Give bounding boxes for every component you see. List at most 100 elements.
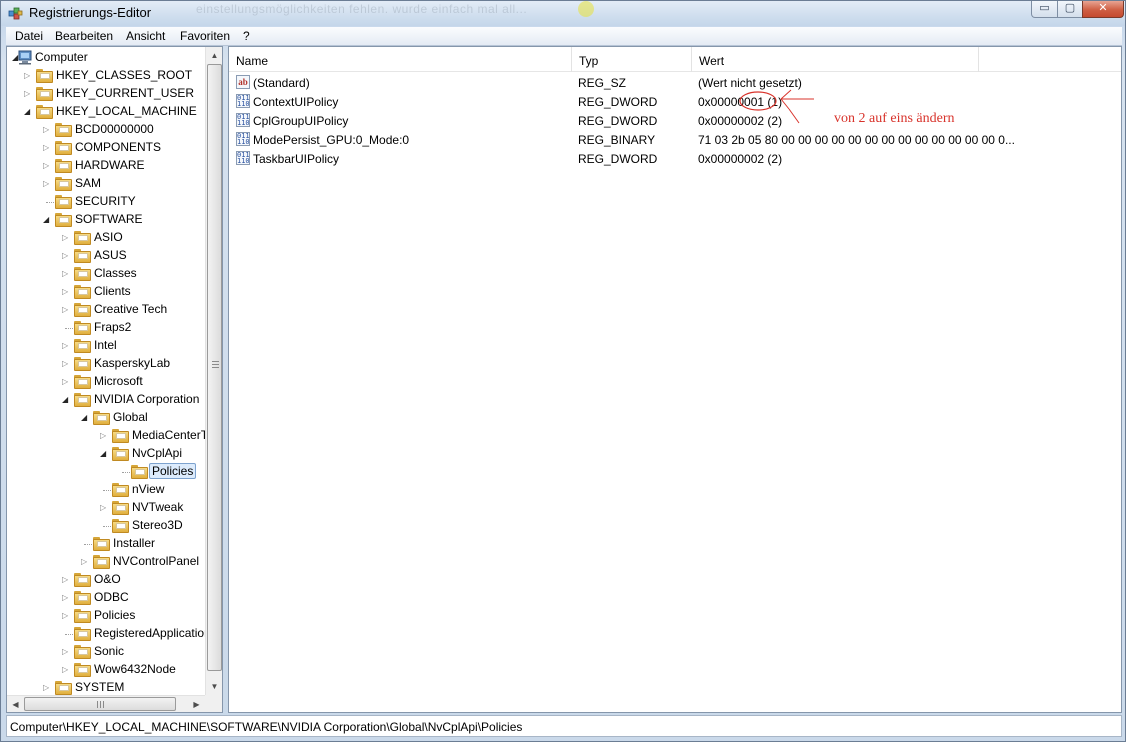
collapse-icon[interactable]: ◢ — [62, 395, 70, 404]
tree-item[interactable]: ◢ HKEY_LOCAL_MACHINE — [7, 103, 203, 121]
collapse-icon[interactable]: ◢ — [43, 215, 51, 224]
tree-item[interactable]: ▷ Microsoft — [7, 373, 203, 391]
expand-icon[interactable]: ▷ — [62, 341, 70, 350]
menu-datei[interactable]: Datei — [15, 29, 43, 43]
tree-vertical-scrollbar[interactable]: ▲ ▼ — [205, 47, 222, 695]
tree-item[interactable]: ▷ SAM — [7, 175, 203, 193]
value-row[interactable]: 011 110 CplGroupUIPolicy REG_DWORD 0x000000… — [229, 111, 1119, 130]
tree-item[interactable]: Policies — [7, 463, 203, 481]
expand-icon[interactable]: ▷ — [62, 233, 70, 242]
scroll-left-arrow-icon[interactable]: ◀ — [7, 696, 24, 713]
tree-scroll-thumb[interactable] — [207, 64, 222, 671]
tree-item[interactable]: ▷ Intel — [7, 337, 203, 355]
expand-icon[interactable]: ▷ — [100, 503, 108, 512]
folder-icon — [112, 483, 129, 497]
folder-icon — [74, 627, 91, 641]
column-header-value[interactable]: Wert — [692, 47, 979, 72]
tree-item[interactable]: ▷ HKEY_CURRENT_USER — [7, 85, 203, 103]
tree-label: Computer — [35, 50, 88, 64]
collapse-icon[interactable]: ◢ — [100, 449, 108, 458]
key-tree-pane[interactable]: ◢ Computer ▷ HKEY_CLASSES_ROOT ▷ HKEY_CURRE… — [6, 46, 223, 713]
collapse-icon[interactable]: ◢ — [24, 107, 32, 116]
scroll-down-arrow-icon[interactable]: ▼ — [206, 678, 223, 695]
scroll-up-arrow-icon[interactable]: ▲ — [206, 47, 223, 64]
tree-item[interactable]: ◢ NvCplApi — [7, 445, 203, 463]
expand-icon[interactable]: ▷ — [43, 161, 51, 170]
expand-icon[interactable]: ▷ — [100, 431, 108, 440]
registry-editor-window: Registrierungs-Editor einstellungsmöglic… — [0, 0, 1126, 742]
tree-item[interactable]: ▷ ODBC — [7, 589, 203, 607]
expand-icon[interactable]: ▷ — [62, 611, 70, 620]
folder-icon — [55, 681, 72, 695]
value-row[interactable]: 011 110 ModePersist_GPU:0_Mode:0 REG_BINAR… — [229, 130, 1119, 149]
tree-item[interactable]: ▷ HARDWARE — [7, 157, 203, 175]
tree-root-computer[interactable]: ◢ Computer — [7, 49, 203, 67]
menu-ansicht[interactable]: Ansicht — [126, 29, 165, 43]
value-row[interactable]: 011 110 ContextUIPolicy REG_DWORD 0x0000000… — [229, 92, 1119, 111]
expand-icon[interactable]: ▷ — [81, 557, 89, 566]
tree-item[interactable]: ◢ NVIDIA Corporation — [7, 391, 203, 409]
tree-label: ODBC — [94, 590, 129, 604]
tree-item[interactable]: ▷ HKEY_CLASSES_ROOT — [7, 67, 203, 85]
expand-icon[interactable]: ▷ — [62, 251, 70, 260]
value-name-cell: TaskbarUIPolicy — [253, 152, 340, 166]
value-row[interactable]: ab (Standard) REG_SZ (Wert nicht gesetzt) — [229, 73, 1119, 92]
tree-item[interactable]: ◢ Global — [7, 409, 203, 427]
expand-icon[interactable]: ▷ — [62, 377, 70, 386]
binary-value-icon: 011 110 — [236, 132, 250, 146]
expand-icon[interactable]: ▷ — [62, 269, 70, 278]
menu-favoriten[interactable]: Favoriten — [180, 29, 230, 43]
tree-item[interactable]: ▷ Creative Tech — [7, 301, 203, 319]
tree-item[interactable]: ▷ NVTweak — [7, 499, 203, 517]
tree-item[interactable]: ▷ Classes — [7, 265, 203, 283]
tree-item[interactable]: ▷ ASUS — [7, 247, 203, 265]
column-header-name[interactable]: Name — [229, 47, 572, 72]
tree-item[interactable]: ◢ SOFTWARE — [7, 211, 203, 229]
tree-item[interactable]: ▷ MediaCenterT — [7, 427, 208, 445]
tree-item[interactable]: Installer — [7, 535, 203, 553]
expand-icon[interactable]: ▷ — [62, 359, 70, 368]
tree-hscroll-thumb[interactable] — [24, 697, 176, 711]
title-bar[interactable]: Registrierungs-Editor einstellungsmöglic… — [1, 1, 1125, 26]
tree-item[interactable]: RegisteredApplicatior — [7, 625, 208, 643]
column-header-label: Wert — [699, 54, 725, 68]
tree-item[interactable]: ▷ BCD00000000 — [7, 121, 203, 139]
expand-icon[interactable]: ▷ — [24, 89, 32, 98]
value-row[interactable]: 011 110 TaskbarUIPolicy REG_DWORD 0x0000000… — [229, 149, 1119, 168]
expand-icon[interactable]: ▷ — [43, 143, 51, 152]
tree-item[interactable]: ▷ Wow6432Node — [7, 661, 203, 679]
expand-icon[interactable]: ▷ — [62, 305, 70, 314]
expand-icon[interactable]: ▷ — [43, 125, 51, 134]
tree-item[interactable]: SECURITY — [7, 193, 203, 211]
scroll-right-arrow-icon[interactable]: ▶ — [188, 696, 205, 713]
expand-icon[interactable]: ▷ — [43, 683, 51, 692]
menu-help[interactable]: ? — [243, 29, 250, 43]
tree-horizontal-scrollbar[interactable]: ◀ ▶ — [7, 695, 205, 712]
tree-item[interactable]: ▷ ASIO — [7, 229, 203, 247]
expand-icon[interactable]: ▷ — [43, 179, 51, 188]
expand-icon[interactable]: ▷ — [24, 71, 32, 80]
tree-item[interactable]: ▷ Sonic — [7, 643, 203, 661]
expand-icon[interactable]: ▷ — [62, 647, 70, 656]
tree-item[interactable]: ▷ KasperskyLab — [7, 355, 203, 373]
minimize-button[interactable]: ▭ — [1031, 1, 1058, 18]
binary-value-icon: 011 110 — [236, 113, 250, 127]
tree-item[interactable]: ▷ COMPONENTS — [7, 139, 203, 157]
expand-icon[interactable]: ▷ — [62, 665, 70, 674]
maximize-button[interactable]: ▢ — [1057, 1, 1083, 18]
expand-icon[interactable]: ▷ — [62, 287, 70, 296]
menu-bearbeiten[interactable]: Bearbeiten — [55, 29, 113, 43]
tree-item[interactable]: ▷ Policies — [7, 607, 203, 625]
values-list-pane[interactable]: Name Typ Wert ab (Standard) REG_SZ (Wert ni… — [228, 46, 1122, 713]
expand-icon[interactable]: ▷ — [62, 575, 70, 584]
column-header-type[interactable]: Typ — [572, 47, 692, 72]
tree-item[interactable]: nView — [7, 481, 203, 499]
tree-item[interactable]: ▷ O&O — [7, 571, 203, 589]
tree-item[interactable]: ▷ NVControlPanel — [7, 553, 203, 571]
tree-item[interactable]: Stereo3D — [7, 517, 203, 535]
tree-item[interactable]: Fraps2 — [7, 319, 203, 337]
collapse-icon[interactable]: ◢ — [81, 413, 89, 422]
tree-item[interactable]: ▷ Clients — [7, 283, 203, 301]
close-button[interactable]: ✕ — [1082, 1, 1124, 18]
expand-icon[interactable]: ▷ — [62, 593, 70, 602]
